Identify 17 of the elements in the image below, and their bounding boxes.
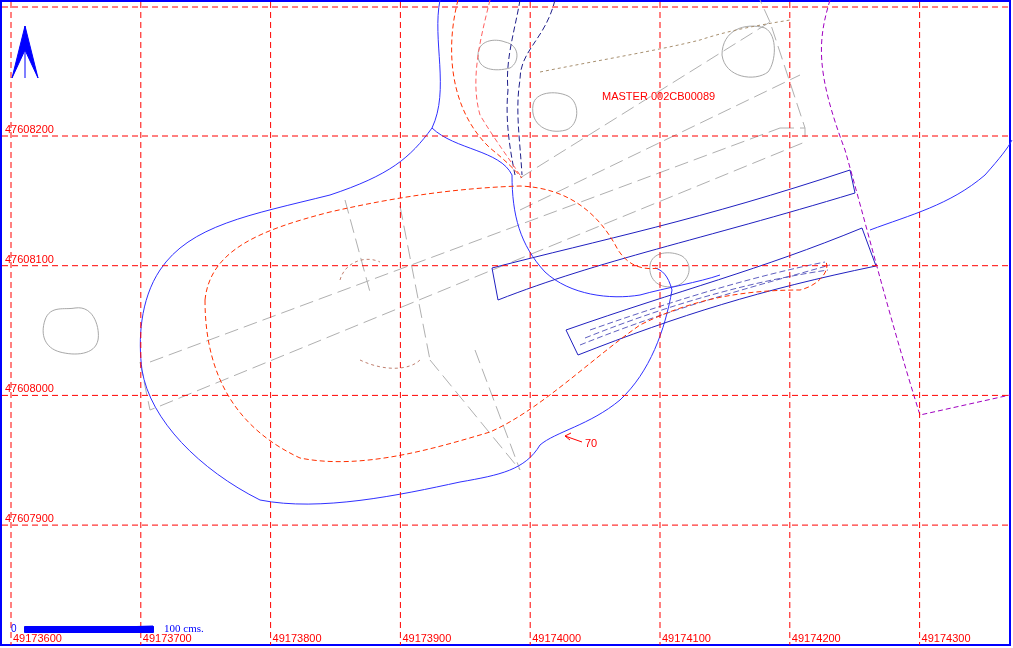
north-arrow-icon [11, 25, 39, 79]
easting-label: 49174300 [921, 632, 971, 644]
easting-label: 49174000 [532, 632, 582, 644]
sheet-label: MASTER 002CB00089 [602, 90, 716, 102]
northing-label: 47608100 [5, 252, 54, 265]
easting-label: 49173800 [272, 632, 322, 644]
easting-label: 49173900 [402, 632, 452, 644]
scale-end-label: 100 cms. [164, 622, 204, 634]
easting-label: 49174100 [662, 632, 711, 644]
scale-start-label: 0 [11, 623, 17, 634]
easting-label: 49173700 [142, 632, 192, 644]
northing-label: 47608000 [5, 382, 54, 395]
easting-label: 49173600 [13, 632, 62, 644]
northing-label: 47607900 [5, 512, 54, 525]
easting-label: 49174200 [791, 632, 841, 644]
northing-label: 47608200 [5, 123, 54, 135]
contour-label: 70 [585, 437, 598, 449]
